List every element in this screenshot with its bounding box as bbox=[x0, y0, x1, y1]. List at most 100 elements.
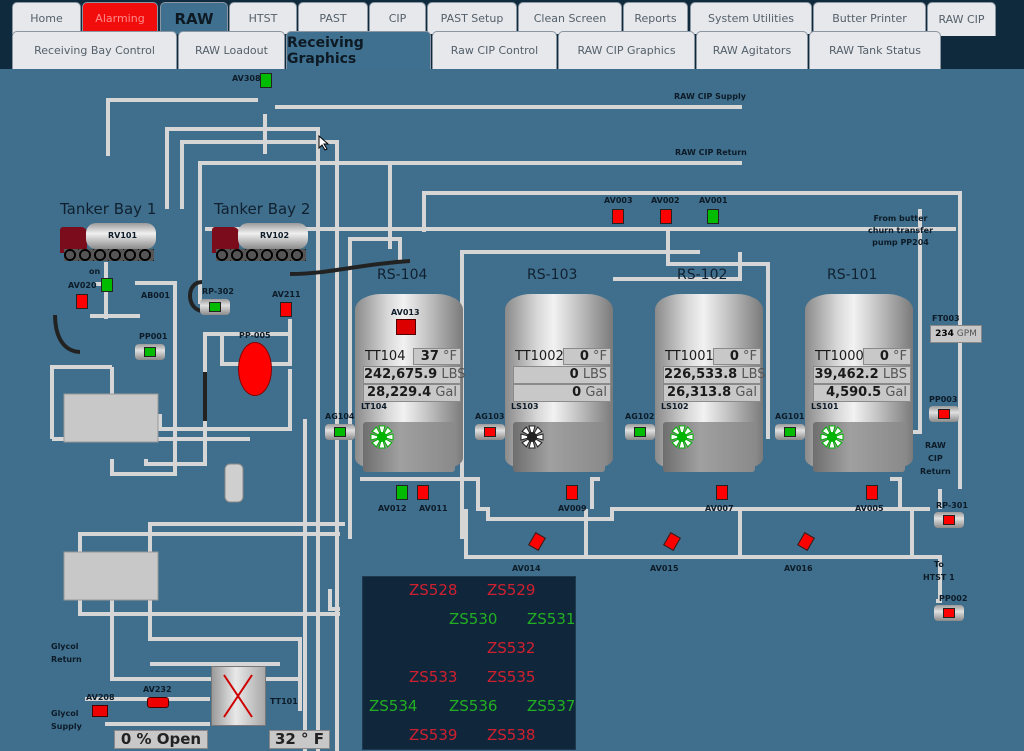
tab-system-utilities[interactable]: System Utilities bbox=[690, 2, 812, 34]
subtab-raw-cip-control[interactable]: Raw CIP Control bbox=[432, 31, 557, 69]
subtab-receiving-bay-control[interactable]: Receiving Bay Control bbox=[12, 31, 177, 69]
subtab-raw-cip-graphics[interactable]: RAW CIP Graphics bbox=[558, 31, 695, 69]
wheels-icon bbox=[216, 249, 306, 261]
tab-alarming[interactable]: Alarming bbox=[82, 2, 158, 34]
agitator-motor[interactable] bbox=[325, 424, 355, 440]
temp-tag: TT1000 bbox=[815, 349, 864, 364]
tab-clean-screen[interactable]: Clean Screen bbox=[518, 2, 622, 34]
raw-cip-return-label: RAW CIP Return bbox=[920, 441, 951, 476]
valve-open-readout: 0 % Open bbox=[114, 730, 208, 749]
weight-value: 226,533.8 LBS bbox=[663, 366, 766, 384]
truck-rv102[interactable]: RV102 bbox=[212, 219, 308, 263]
av308-label: AV308 bbox=[232, 74, 261, 83]
lt1010h-indicator[interactable] bbox=[101, 278, 113, 292]
weight-value: 39,462.2 LBS bbox=[813, 366, 911, 384]
tank-rs-102[interactable]: TT1001 0 °F 226,533.8 LBS 26,313.8 Gal L… bbox=[655, 294, 766, 472]
tank-name: RS-102 bbox=[677, 267, 728, 283]
agitator-icon bbox=[820, 425, 844, 449]
pump-rp302[interactable] bbox=[200, 299, 230, 315]
av007-label: AV007 bbox=[705, 504, 734, 513]
valve-av211[interactable] bbox=[280, 302, 292, 317]
zs-indicator: ZS529 bbox=[487, 581, 536, 599]
weight-value: 0 LBS bbox=[513, 366, 611, 384]
zs-indicator: ZS535 bbox=[487, 668, 536, 686]
valve-av009[interactable] bbox=[566, 485, 578, 500]
ft003-readout: 234 GPM bbox=[930, 325, 982, 343]
level-tag: LS102 bbox=[661, 402, 689, 411]
valve-av005[interactable] bbox=[866, 485, 878, 500]
tab-cip[interactable]: CIP bbox=[369, 2, 426, 34]
pump-rp301[interactable] bbox=[934, 512, 964, 528]
zs-indicator: ZS533 bbox=[409, 668, 458, 686]
tab-home[interactable]: Home bbox=[12, 2, 81, 34]
process-graphic: RAW CIP Supply RAW CIP Return From butte… bbox=[0, 69, 1024, 751]
pp003-label: PP003 bbox=[929, 395, 958, 404]
to-htst-label: To HTST 1 bbox=[923, 560, 955, 582]
valve-av012[interactable] bbox=[396, 485, 408, 500]
av016-label: AV016 bbox=[784, 564, 813, 573]
tab-past-setup[interactable]: PAST Setup bbox=[427, 2, 517, 34]
tab-htst[interactable]: HTST bbox=[229, 2, 297, 34]
valve-av308[interactable] bbox=[260, 73, 272, 88]
agitator-motor[interactable] bbox=[475, 424, 505, 440]
from-butter-label: From butter churn transfer pump PP204 bbox=[868, 214, 934, 247]
tt101-label: TT101 bbox=[270, 697, 298, 706]
rp301-label: RP-301 bbox=[936, 501, 968, 510]
valve-av007[interactable] bbox=[716, 485, 728, 500]
weight-value: 242,675.9 LBS bbox=[363, 366, 466, 384]
subtab-raw-tank-status[interactable]: RAW Tank Status bbox=[809, 31, 941, 69]
subtab-raw-agitators[interactable]: RAW Agitators bbox=[696, 31, 808, 69]
pump-pp005[interactable] bbox=[238, 342, 272, 396]
zs-indicator: ZS530 bbox=[449, 610, 498, 628]
tank-rs-103[interactable]: TT1002 0 °F 0 LBS 0 Gal LS103 bbox=[505, 294, 613, 472]
subtab-receiving-graphics[interactable]: Receiving Graphics bbox=[286, 31, 431, 69]
tab-reports[interactable]: Reports bbox=[623, 2, 688, 34]
valve-av001[interactable] bbox=[707, 209, 719, 224]
valve-av003[interactable] bbox=[612, 209, 624, 224]
av014-label: AV014 bbox=[512, 564, 541, 573]
tank-name: RS-104 bbox=[377, 267, 428, 283]
valve-av013[interactable] bbox=[396, 319, 416, 335]
pump-pp001[interactable] bbox=[135, 344, 165, 360]
temp-tag: TT104 bbox=[365, 349, 406, 364]
av020-label: AV020 bbox=[68, 281, 97, 290]
temp-value: 0 °F bbox=[713, 348, 761, 365]
pp005-label: PP-005 bbox=[239, 331, 271, 340]
valve-av002[interactable] bbox=[660, 209, 672, 224]
tab-butter-printer[interactable]: Butter Printer bbox=[813, 2, 926, 34]
pump-pp002[interactable] bbox=[934, 605, 964, 621]
av001-label: AV001 bbox=[699, 196, 728, 205]
wheels-icon bbox=[64, 249, 154, 261]
zs-indicator: ZS537 bbox=[527, 697, 576, 715]
rp302-label: RP-302 bbox=[202, 287, 234, 296]
volume-value: 26,313.8 Gal bbox=[663, 384, 761, 402]
tank-name: RS-103 bbox=[527, 267, 578, 283]
zs-indicator: ZS532 bbox=[487, 639, 536, 657]
valve-av020[interactable] bbox=[76, 294, 88, 309]
valve-av011[interactable] bbox=[417, 485, 429, 500]
agitator-label: AG104 bbox=[325, 412, 355, 421]
pp001-label: PP001 bbox=[139, 332, 168, 341]
tanker-bay-1-label: Tanker Bay 1 bbox=[60, 200, 157, 218]
truck-label: RV102 bbox=[260, 231, 290, 240]
zs-indicator: ZS531 bbox=[527, 610, 576, 628]
temp-tag: TT1002 bbox=[515, 349, 564, 364]
valve-av208[interactable] bbox=[92, 705, 108, 717]
temp-value: 0 °F bbox=[863, 348, 911, 365]
truck-rv101[interactable]: RV101 bbox=[60, 219, 156, 263]
subtab-raw-loadout[interactable]: RAW Loadout bbox=[178, 31, 285, 69]
tab-raw[interactable]: RAW bbox=[160, 2, 228, 34]
hx-cross-icon bbox=[223, 674, 253, 718]
av003-label: AV003 bbox=[604, 196, 633, 205]
tank-rs-101[interactable]: TT1000 0 °F 39,462.2 LBS 4,590.5 Gal LS1… bbox=[805, 294, 913, 472]
ab001-label: AB001 bbox=[141, 291, 170, 300]
av012-label: AV012 bbox=[378, 504, 407, 513]
pump-pp003[interactable] bbox=[929, 406, 959, 422]
tab-past[interactable]: PAST bbox=[298, 2, 368, 34]
agitator-motor[interactable] bbox=[625, 424, 655, 440]
level-tag: LS101 bbox=[811, 402, 839, 411]
valve-av232[interactable] bbox=[147, 697, 169, 708]
ft003-label: FT003 bbox=[932, 314, 960, 323]
agitator-motor[interactable] bbox=[775, 424, 805, 440]
av232-label: AV232 bbox=[143, 685, 172, 694]
